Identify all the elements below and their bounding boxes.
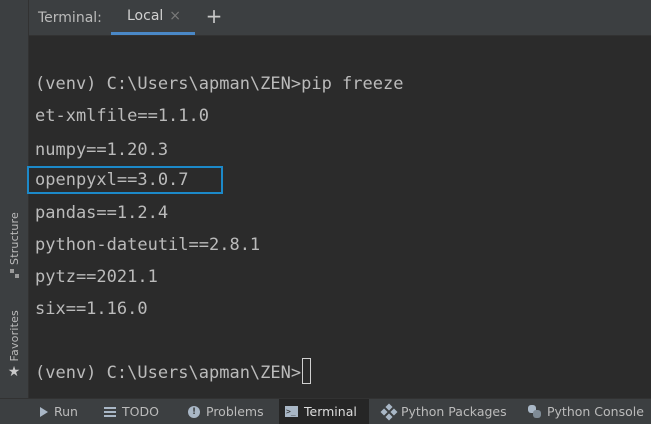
terminal-panel-title: Terminal:: [38, 10, 102, 26]
ide-terminal-window: Structure Favorites ★ Terminal: Local × …: [0, 0, 651, 424]
terminal-output[interactable]: (venv) C:\Users\apman\ZEN>pip freeze et-…: [27, 36, 651, 398]
problems-icon: !: [188, 405, 200, 418]
left-tool-strip: Structure Favorites ★: [0, 0, 29, 398]
todo-icon: [104, 406, 116, 417]
terminal-line: (venv) C:\Users\apman\ZEN>pip freeze: [35, 74, 404, 94]
terminal-line: et-xmlfile==1.1.0: [35, 106, 209, 126]
prompt-text: (venv) C:\Users\apman\ZEN>: [35, 363, 302, 383]
bottom-tool-bar: Run TODO ! Problems >_ Terminal Python P…: [0, 398, 651, 424]
terminal-prompt-line[interactable]: (venv) C:\Users\apman\ZEN>: [35, 358, 312, 384]
bottom-tab-python-packages[interactable]: Python Packages: [377, 399, 513, 424]
terminal-line: pytz==2021.1: [35, 267, 158, 287]
bottom-tab-label: TODO: [122, 404, 159, 419]
structure-tab-label: Structure: [7, 212, 21, 265]
bottom-tab-problems[interactable]: ! Problems: [182, 399, 270, 424]
structure-tool-tab[interactable]: Structure: [0, 212, 28, 278]
highlight-box: [27, 166, 223, 194]
terminal-line: numpy==1.20.3: [35, 140, 169, 160]
terminal-line: python-dateutil==2.8.1: [35, 235, 261, 255]
run-icon: [40, 406, 48, 417]
close-icon[interactable]: ×: [169, 9, 181, 23]
plus-icon: +: [205, 4, 223, 28]
bottom-tab-label: Run: [54, 404, 78, 419]
python-packages-icon: [380, 403, 398, 420]
python-console-icon: [528, 405, 541, 418]
bottom-tab-label: Python Console: [547, 404, 644, 419]
structure-icon: [9, 268, 19, 278]
bottom-tab-python-console[interactable]: Python Console: [522, 399, 650, 424]
tab-local[interactable]: Local ×: [111, 0, 195, 35]
terminal-tab-bar: Terminal: Local × +: [29, 0, 651, 36]
terminal-line: six==1.16.0: [35, 299, 148, 319]
favorites-tab-label: Favorites: [7, 310, 21, 362]
text-cursor: [302, 358, 312, 384]
bottom-tab-terminal[interactable]: >_ Terminal: [279, 399, 369, 424]
bottom-tab-run[interactable]: Run: [34, 399, 84, 424]
new-tab-button[interactable]: +: [203, 5, 225, 27]
terminal-icon: >_: [285, 406, 298, 417]
tab-local-label: Local: [127, 8, 164, 24]
favorites-tool-tab[interactable]: Favorites ★: [0, 310, 28, 379]
terminal-line: pandas==1.2.4: [35, 203, 169, 223]
star-icon: ★: [7, 363, 21, 380]
bottom-tab-label: Python Packages: [401, 404, 507, 419]
bottom-tab-todo[interactable]: TODO: [98, 399, 165, 424]
bottom-tab-label: Problems: [206, 404, 264, 419]
bottom-tab-label: Terminal: [304, 404, 357, 419]
